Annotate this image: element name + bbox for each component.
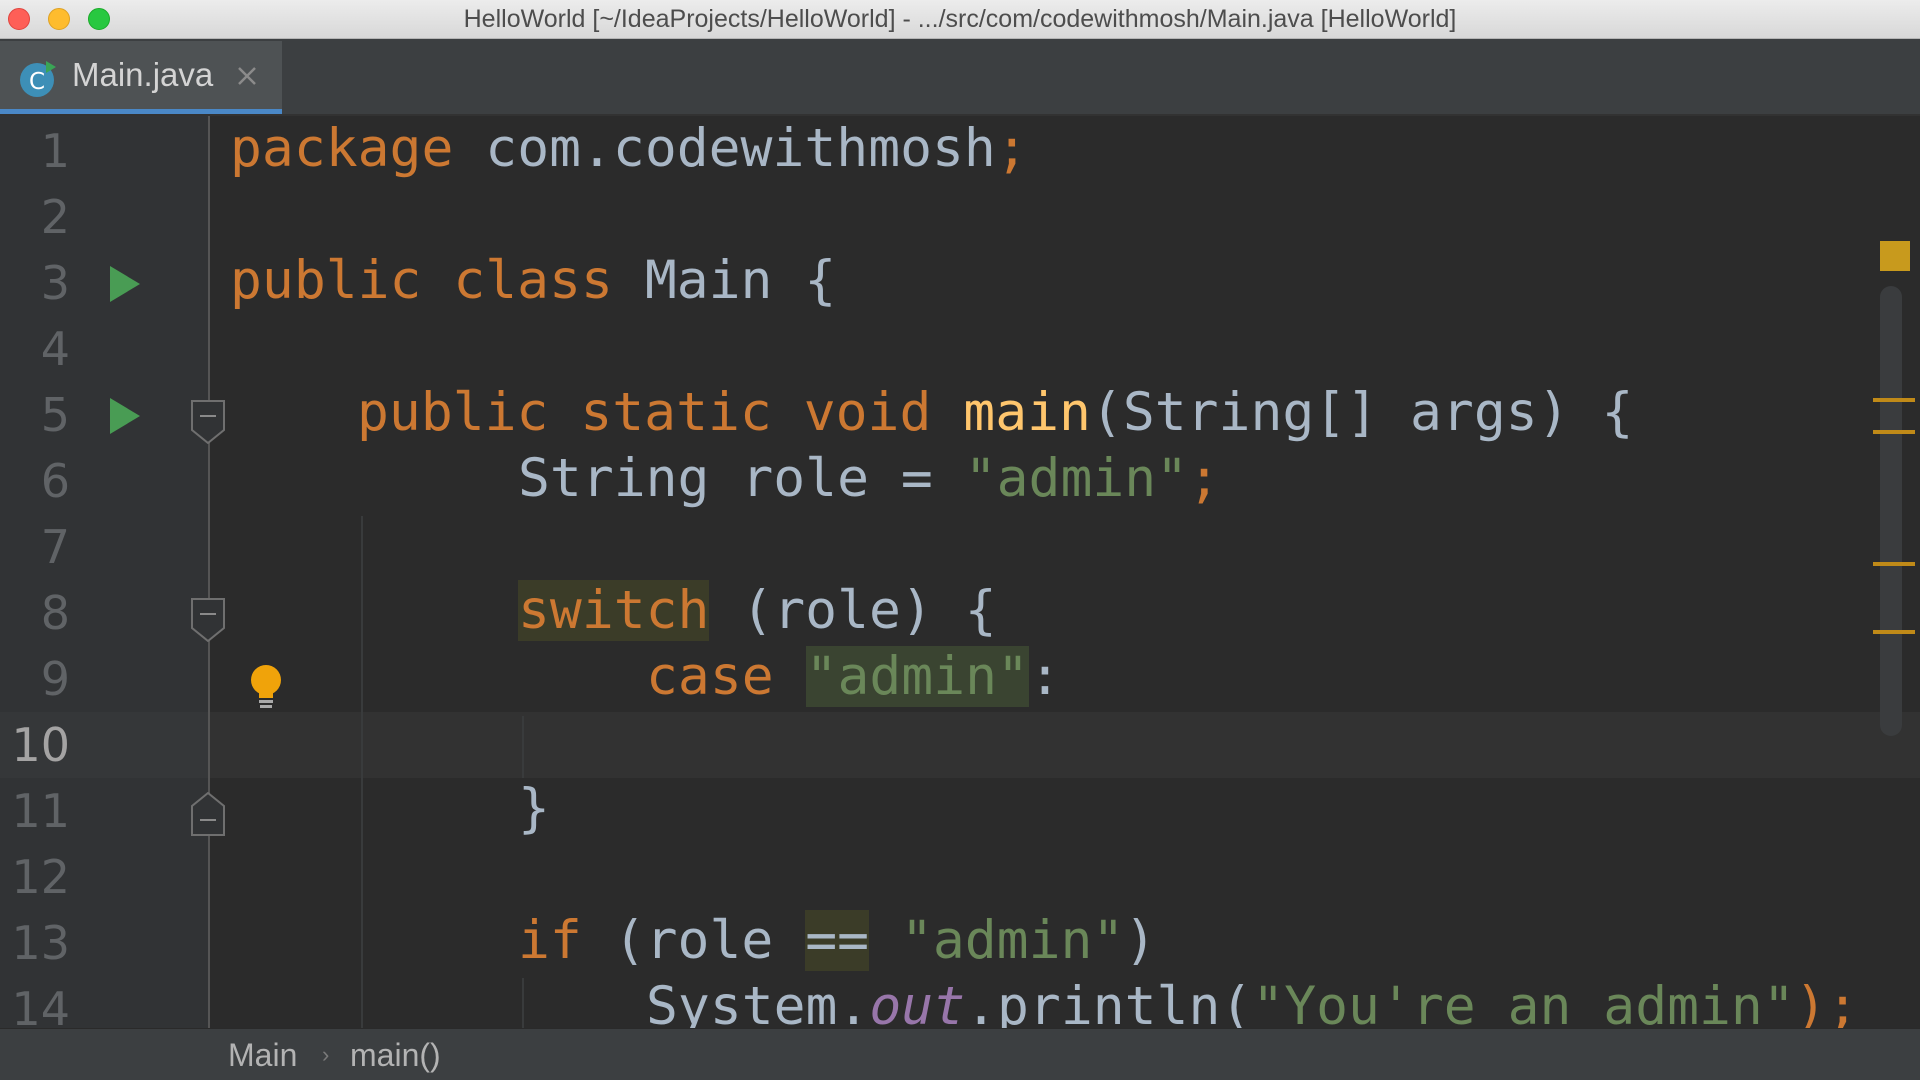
java-class-icon: C [20, 61, 56, 97]
line-number: 2 [40, 190, 70, 244]
code-line-14: System.out.println("You're an admin"); [646, 976, 1859, 1028]
line-number: 14 [11, 982, 70, 1028]
fold-icon[interactable] [191, 400, 225, 444]
lightbulb-icon[interactable] [248, 664, 284, 712]
line-number: 11 [11, 784, 70, 838]
line-number-current: 10 [11, 718, 70, 772]
error-stripe-marker[interactable] [1873, 430, 1915, 434]
current-line-highlight [0, 712, 1920, 778]
code-line-13: if (role == "admin") [518, 910, 1157, 971]
code-line-5: public static void main(String[] args) { [357, 382, 1634, 443]
error-stripe-marker[interactable] [1873, 398, 1915, 402]
line-number: 1 [40, 124, 70, 178]
breadcrumb: Main › main() [0, 1028, 1920, 1080]
chevron-right-icon: › [322, 1042, 330, 1067]
window-title: HelloWorld [~/IdeaProjects/HelloWorld] -… [463, 5, 1457, 33]
line-number: 4 [40, 322, 70, 376]
code-line-3: public class Main { [230, 250, 837, 311]
line-number: 9 [40, 652, 70, 706]
inspection-status-icon[interactable] [1880, 241, 1910, 271]
error-stripe-marker[interactable] [1873, 562, 1915, 566]
code-line-9: case "admin": [646, 646, 1061, 707]
fold-icon[interactable] [191, 598, 225, 642]
breadcrumb-item-main[interactable]: Main [228, 1029, 297, 1080]
code-line-8: switch (role) { [518, 580, 997, 641]
vertical-scrollbar[interactable] [1880, 286, 1902, 736]
line-number: 12 [11, 850, 70, 904]
run-icon[interactable] [108, 398, 140, 434]
tab-label: Main.java [72, 56, 214, 93]
line-number: 5 [40, 388, 70, 442]
line-number: 3 [40, 256, 70, 310]
code-line-6: String role = "admin"; [518, 448, 1221, 509]
line-number: 6 [40, 454, 70, 508]
editor-tab-bar: C Main.java [0, 39, 1920, 116]
svg-text:C: C [29, 69, 45, 95]
line-number: 8 [40, 586, 70, 640]
line-number: 13 [11, 916, 70, 970]
tab-main-java[interactable]: C Main.java [0, 41, 282, 114]
error-stripe-marker[interactable] [1873, 630, 1915, 634]
code-line-1: package com.codewithmosh; [230, 118, 1028, 179]
breadcrumb-item-main-method[interactable]: main() [350, 1029, 441, 1080]
code-editor[interactable]: 1 2 3 4 5 6 7 8 9 10 11 12 13 14 package… [0, 116, 1920, 1028]
code-line-11: } [518, 778, 550, 839]
close-icon[interactable] [236, 65, 258, 87]
fold-icon[interactable] [191, 792, 225, 836]
line-number: 7 [40, 520, 70, 574]
run-icon[interactable] [108, 266, 140, 302]
title-bar: HelloWorld [~/IdeaProjects/HelloWorld] -… [0, 0, 1920, 39]
